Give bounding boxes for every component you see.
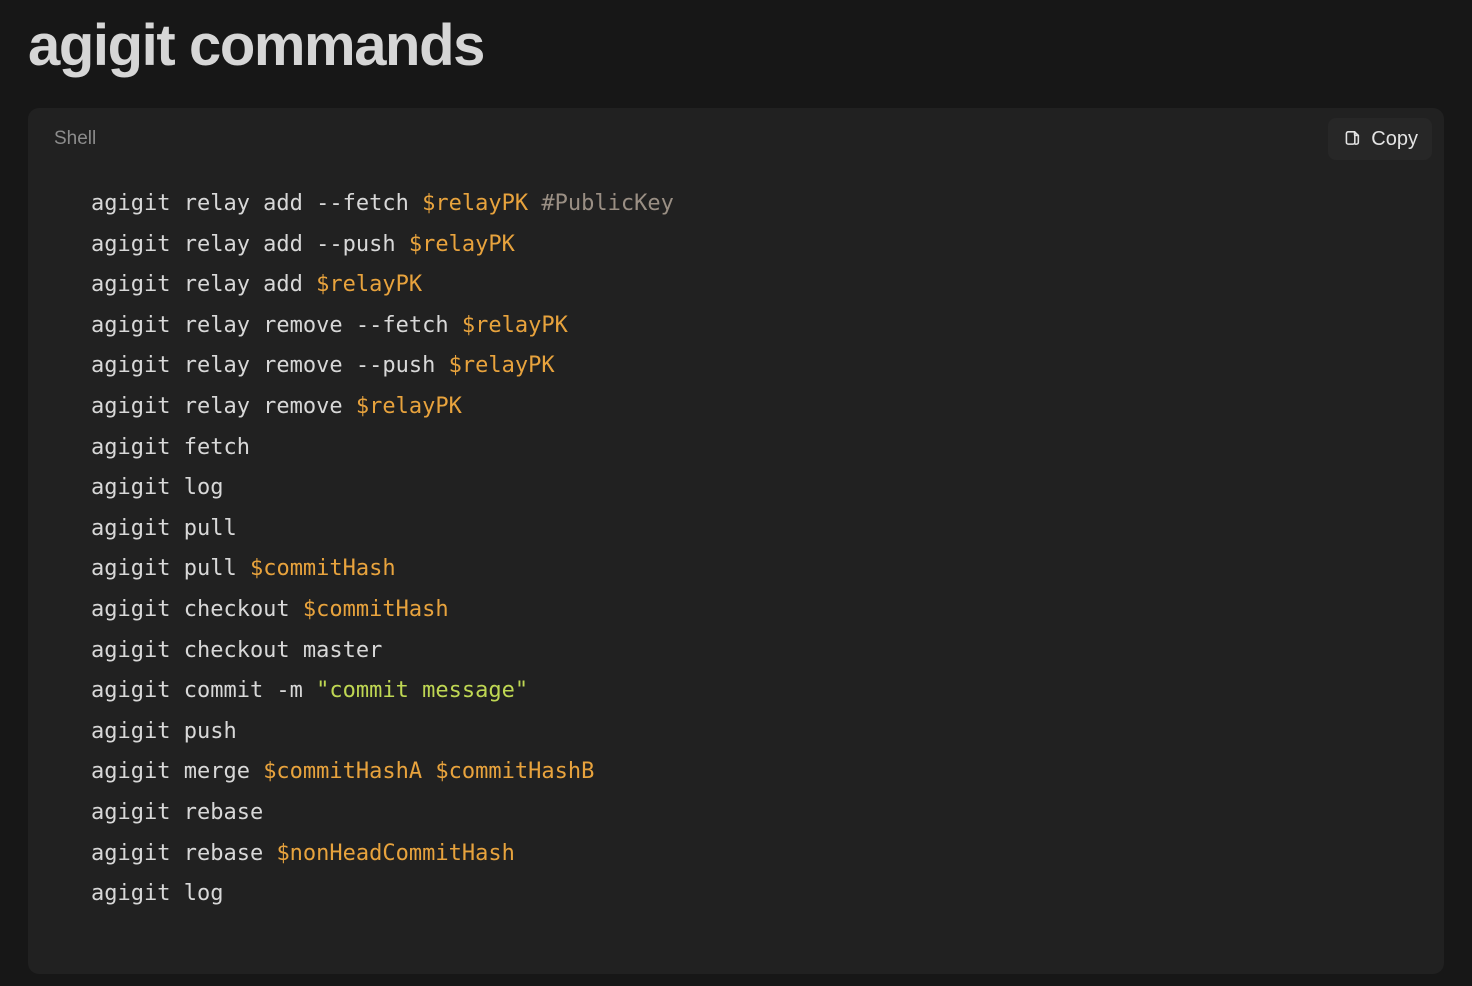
code-line: agigit push <box>91 719 237 744</box>
code-line: agigit commit -m "commit message" <box>91 678 528 703</box>
code-block-card: Shell Copy agigit relay add --fetch $rel… <box>28 108 1444 974</box>
page-root: agigit commands Shell Copy agigit relay … <box>0 0 1472 986</box>
code-line: agigit rebase $nonHeadCommitHash <box>91 841 515 866</box>
code-token-plain: agigit relay add --fetch <box>91 191 423 216</box>
code-content[interactable]: agigit relay add --fetch $relayPK #Publi… <box>28 170 1444 945</box>
code-token-var: $commitHashB <box>435 759 595 785</box>
code-token-plain: agigit pull <box>91 556 250 582</box>
page-title: agigit commands <box>28 13 485 78</box>
code-token-var: $commitHashA <box>263 759 423 785</box>
code-token-plain: agigit fetch <box>91 434 250 460</box>
code-line: agigit relay remove --fetch $relayPK <box>91 313 568 338</box>
code-token-var: $relayPK <box>408 231 515 257</box>
code-token-plain: agigit checkout <box>91 596 303 622</box>
code-line: agigit relay remove $relayPK <box>91 394 462 419</box>
code-line: agigit log <box>91 475 223 500</box>
code-line: agigit relay add $relayPK <box>91 272 422 297</box>
code-token-plain: agigit relay remove --push <box>91 353 449 379</box>
code-token-var: $commitHash <box>302 596 449 622</box>
code-line: agigit relay add --fetch $relayPK #Publi… <box>91 191 674 216</box>
code-block-header: Shell Copy <box>28 108 1444 170</box>
code-token-var: $commitHash <box>249 556 396 582</box>
code-line: agigit checkout master <box>91 638 382 663</box>
copy-button-label: Copy <box>1371 128 1418 150</box>
code-token-plain: agigit rebase <box>91 840 277 866</box>
code-token-var: $relayPK <box>422 191 529 216</box>
code-token-plain: agigit merge <box>91 759 264 785</box>
code-token-plain: agigit commit -m <box>91 678 317 704</box>
code-token-plain: agigit rebase <box>91 799 264 825</box>
code-token-plain: agigit relay add <box>91 272 317 298</box>
code-token-str: "commit message" <box>316 678 529 704</box>
code-token-var: $relayPK <box>461 312 568 338</box>
code-token-plain: agigit relay remove <box>91 393 356 419</box>
code-line: agigit relay remove --push $relayPK <box>91 353 555 378</box>
copy-icon <box>1340 128 1362 150</box>
code-token-var: $nonHeadCommitHash <box>276 840 515 866</box>
code-line: agigit checkout $commitHash <box>91 597 449 622</box>
code-line: agigit pull <box>91 516 237 541</box>
code-language-label: Shell <box>54 128 97 149</box>
code-line: agigit log <box>91 881 223 906</box>
code-line: agigit merge $commitHashA $commitHashB <box>91 759 594 784</box>
copy-button[interactable]: Copy <box>1328 118 1432 160</box>
code-token-cmt: #PublicKey <box>541 191 674 216</box>
code-token-plain: agigit checkout master <box>91 637 383 663</box>
code-line: agigit pull $commitHash <box>91 556 396 581</box>
code-token-plain: agigit relay add --push <box>91 231 409 257</box>
code-token-plain: agigit relay remove --fetch <box>91 312 462 338</box>
code-token-plain: agigit log <box>91 475 224 501</box>
code-token-var: $relayPK <box>448 353 555 379</box>
code-token-var: $relayPK <box>355 393 462 419</box>
code-line: agigit fetch <box>91 435 250 460</box>
code-line: agigit rebase <box>91 800 263 825</box>
code-token-plain: agigit log <box>91 881 224 907</box>
code-token-plain: agigit pull <box>91 515 237 541</box>
code-token-var: $relayPK <box>316 272 423 298</box>
code-block-body[interactable]: agigit relay add --fetch $relayPK #Publi… <box>28 170 1444 945</box>
code-line: agigit relay add --push $relayPK <box>91 232 515 257</box>
code-token-plain: agigit push <box>91 718 237 744</box>
